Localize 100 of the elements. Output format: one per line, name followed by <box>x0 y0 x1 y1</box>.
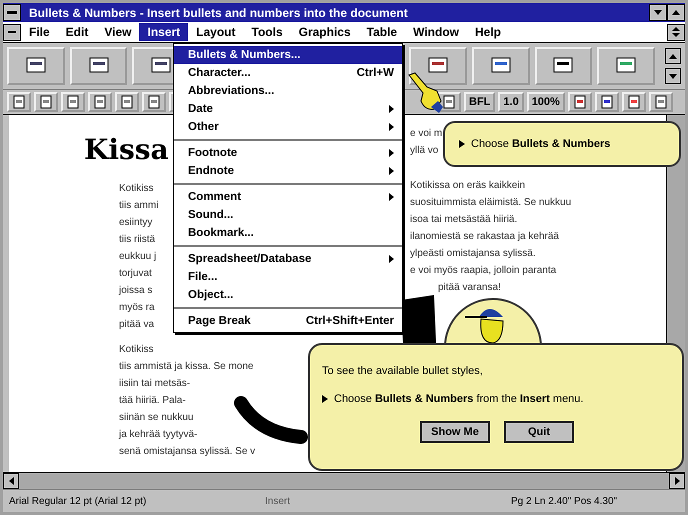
bar-icon <box>7 11 17 14</box>
toolbar-button[interactable] <box>115 92 139 112</box>
insert-mode-status: Insert <box>265 496 292 506</box>
minimize-button[interactable] <box>649 4 667 21</box>
submenu-arrow-icon <box>389 255 394 263</box>
submenu-arrow-icon <box>389 123 394 131</box>
menu-item[interactable]: Abbreviations... <box>174 82 402 100</box>
toolbar-button[interactable] <box>7 92 31 112</box>
scroll-up-button[interactable] <box>664 48 681 64</box>
caret-up-icon <box>672 10 680 15</box>
menu-item[interactable]: Edit <box>58 23 96 41</box>
submenu-arrow-icon <box>389 149 394 157</box>
menu-item[interactable]: Table <box>358 23 406 41</box>
menu-item[interactable]: Help <box>467 23 510 41</box>
toolbar-button[interactable]: BFL <box>464 92 496 112</box>
toolbar-button[interactable] <box>594 92 619 112</box>
menu-item[interactable]: Spreadsheet/Database <box>174 250 402 268</box>
document-text: ilanomiestä se rakastaa ja kehrää <box>410 230 559 244</box>
submenu-arrow-icon <box>389 193 394 201</box>
document-text: eukkuu j <box>119 250 156 264</box>
document-text: tiis ammi <box>119 199 158 213</box>
menu-item[interactable]: Object... <box>174 286 402 304</box>
menu-item[interactable]: Layout <box>188 23 244 41</box>
caret-down-icon <box>654 10 662 15</box>
document-text: suosituimmista eläimistä. Se nukkuu <box>410 196 572 210</box>
indent-button[interactable] <box>7 47 65 85</box>
bullet-icon <box>459 140 465 148</box>
document-text: tiis riistä <box>119 233 156 247</box>
hint-text: Choose Bullets & Numbers <box>471 138 610 150</box>
caret-up-icon <box>668 54 677 58</box>
scroll-left-button[interactable] <box>3 473 19 489</box>
menu-item[interactable]: Other <box>174 118 402 136</box>
maximize-button[interactable] <box>667 4 685 21</box>
horizontal-scrollbar[interactable] <box>3 472 685 489</box>
coach-text: To see the available bullet styles, <box>322 365 484 377</box>
menu-item[interactable]: Window <box>405 23 467 41</box>
menu-item[interactable]: Insert <box>139 23 188 41</box>
menu-item[interactable]: Bookmark... <box>174 224 402 242</box>
font-status: Arial Regular 12 pt (Arial 12 pt) <box>9 496 148 506</box>
quick-format-button[interactable] <box>597 47 655 85</box>
toolbar-button[interactable] <box>61 92 85 112</box>
document-text: joissa s <box>119 284 152 298</box>
toolbar-button[interactable] <box>34 92 58 112</box>
document-text: tiis ammistä ja kissa. Se mone <box>119 360 254 374</box>
document-title: Kissa <box>84 133 169 166</box>
spell-check-button[interactable] <box>409 47 467 85</box>
up-down-carets-icon <box>672 27 680 37</box>
scroll-down-button[interactable] <box>664 68 681 84</box>
document-text: senä omistajansa sylissä. Se v <box>119 445 256 459</box>
document-text: Kotikiss <box>119 182 154 196</box>
figure-button[interactable] <box>472 47 530 85</box>
document-text: siinän se nukkuu <box>119 411 194 425</box>
restore-button[interactable] <box>667 24 685 40</box>
menu-item[interactable]: Comment <box>174 188 402 206</box>
document-text: Kotikiss <box>119 343 154 357</box>
toolbar-button[interactable] <box>88 92 112 112</box>
toolbar-button[interactable] <box>622 92 646 112</box>
submenu-arrow-icon <box>389 167 394 175</box>
caret-left-icon <box>8 477 14 485</box>
toolbar-button[interactable] <box>142 92 166 112</box>
toolbar-button[interactable]: 1.0 <box>498 92 524 112</box>
system-menu-button[interactable] <box>3 4 21 21</box>
document-text: pitää varansa! <box>437 281 501 295</box>
menu-item[interactable]: Footnote <box>174 144 402 162</box>
menu-item[interactable]: Bullets & Numbers... <box>174 46 402 64</box>
document-text: isoa tai metsästää hiiriä. <box>410 213 518 227</box>
menu-item[interactable]: File <box>21 23 58 41</box>
text-box-button[interactable] <box>534 47 592 85</box>
document-text: pitää va <box>119 318 154 332</box>
coach-step-text: Choose Bullets & Numbers from the Insert menu. <box>334 393 584 405</box>
menu-item[interactable]: Graphics <box>290 23 359 41</box>
menu-item[interactable]: Sound... <box>174 206 402 224</box>
window-title: Bullets & Numbers - Insert bullets and numbers into the document <box>28 6 409 20</box>
menu-item[interactable]: Character... Ctrl+W <box>174 64 402 82</box>
menu-item[interactable]: Date <box>174 100 402 118</box>
toolbar-button[interactable]: 100% <box>526 92 565 112</box>
document-text: yllä vo <box>410 144 438 158</box>
menu-item[interactable]: View <box>96 23 140 41</box>
menu-item[interactable]: File... <box>174 268 402 286</box>
scroll-right-button[interactable] <box>669 473 685 489</box>
zoom-button[interactable] <box>648 92 673 112</box>
caret-down-icon <box>668 74 677 78</box>
document-text: myös ra <box>119 301 155 315</box>
coach-button[interactable]: Show Me <box>420 421 490 443</box>
menu-item[interactable]: Endnote <box>174 162 402 180</box>
coach-button[interactable]: Quit <box>504 421 574 443</box>
document-menu-button[interactable] <box>3 24 21 40</box>
menu-item[interactable]: Tools <box>244 23 291 41</box>
cursor-position-status: Pg 2 Ln 2.40" Pos 4.30" <box>511 496 618 506</box>
document-text: iisiin tai metsäs- <box>119 377 190 391</box>
document-text: tää hiiriä. Pala- <box>119 394 186 408</box>
document-text: ja kehrää tyytyvä- <box>119 428 198 442</box>
bullet-button[interactable] <box>70 47 128 85</box>
document-text: e voi myös raapia, jolloin paranta <box>410 264 556 278</box>
document-text: e voi m <box>410 127 442 141</box>
caret-right-icon <box>674 477 680 485</box>
document-text: ylpeästi omistajansa sylissä. <box>410 247 536 261</box>
document-text: esiintyy <box>119 216 152 230</box>
menu-item[interactable]: Page Break Ctrl+Shift+Enter <box>174 312 402 330</box>
toolbar-button[interactable] <box>568 92 592 112</box>
